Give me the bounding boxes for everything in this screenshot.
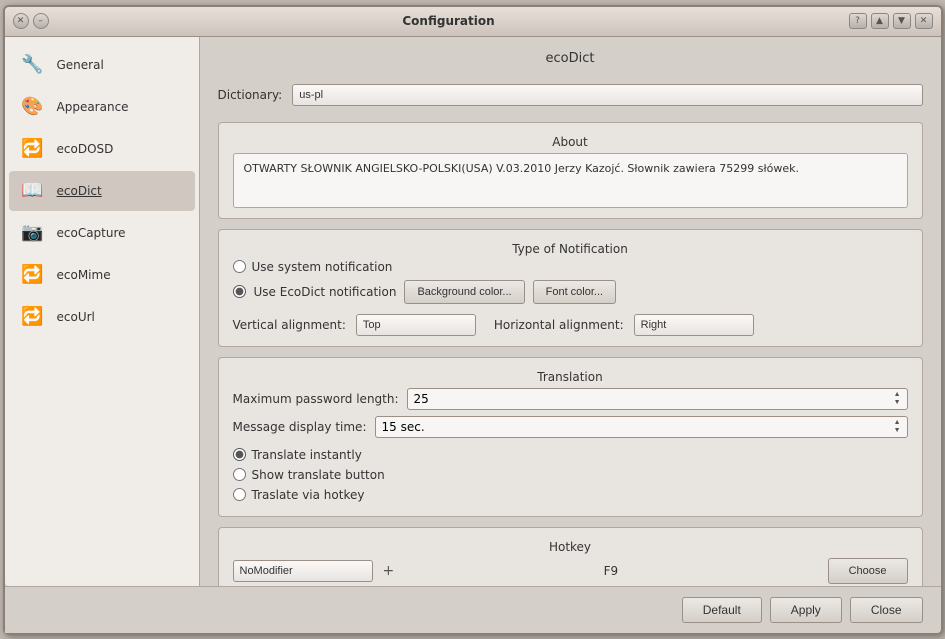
content-area: 🔧 General 🎨 Appearance 🔁 ecoDOSD 📖 ecoDi… [5,37,941,586]
notification-group: Type of Notification Use system notifica… [218,229,923,347]
ecodict-section-title: ecoDict [218,51,923,66]
max-password-row: Maximum password length: 25 ▲ ▼ [233,388,908,410]
help-button[interactable]: ? [849,13,867,29]
notification-options: Use system notification Use EcoDict noti… [233,260,908,336]
sidebar-label-appearance: Appearance [57,100,129,114]
window-close-button[interactable]: ✕ [915,13,933,29]
translation-group: Translation Maximum password length: 25 … [218,357,923,517]
sidebar-label-ecomime: ecoMime [57,268,111,282]
dictionary-row: Dictionary: us-pl [218,84,923,106]
system-notification-radio[interactable] [233,260,246,273]
show-translate-button-row[interactable]: Show translate button [233,468,908,482]
max-password-up[interactable]: ▲ [894,391,901,398]
apply-button[interactable]: Apply [770,597,842,623]
default-button[interactable]: Default [682,597,762,623]
message-display-spin-buttons: ▲ ▼ [894,419,901,434]
show-translate-button-label: Show translate button [252,468,385,482]
ecourl-icon: 🔁 [19,303,47,331]
hotkey-plus: + [383,563,395,579]
translation-header: Translation [233,368,908,388]
vertical-alignment-label: Vertical alignment: [233,318,346,332]
max-password-value: 25 [414,392,894,406]
ecodict-icon: 📖 [19,177,47,205]
message-display-spinbox[interactable]: 15 sec. ▲ ▼ [375,416,908,438]
sidebar-item-ecourl[interactable]: 🔁 ecoUrl [9,297,195,337]
minimize-button[interactable]: – [33,13,49,29]
show-translate-button-radio[interactable] [233,468,246,481]
ecodosd-icon: 🔁 [19,135,47,163]
message-display-value: 15 sec. [382,420,894,434]
sidebar-label-ecourl: ecoUrl [57,310,95,324]
message-display-row: Message display time: 15 sec. ▲ ▼ [233,416,908,438]
sidebar-item-ecodosd[interactable]: 🔁 ecoDOSD [9,129,195,169]
horizontal-alignment-label: Horizontal alignment: [494,318,624,332]
scroll-down-button[interactable]: ▼ [893,13,911,29]
about-header: About [233,133,908,153]
sidebar-label-ecocapture: ecoCapture [57,226,126,240]
sidebar: 🔧 General 🎨 Appearance 🔁 ecoDOSD 📖 ecoDi… [5,37,200,586]
translate-instantly-radio[interactable] [233,448,246,461]
hotkey-header: Hotkey [233,538,908,558]
titlebar-left-buttons: ✕ – [13,13,49,29]
ecodict-notification-radio[interactable] [233,285,246,298]
font-color-button[interactable]: Font color... [533,280,616,304]
message-display-up[interactable]: ▲ [894,419,901,426]
max-password-label: Maximum password length: [233,392,399,406]
translate-instantly-label: Translate instantly [252,448,362,462]
translation-mode-group: Translate instantly Show translate butto… [233,444,908,506]
general-icon: 🔧 [19,51,47,79]
system-notification-row[interactable]: Use system notification [233,260,908,274]
sidebar-item-appearance[interactable]: 🎨 Appearance [9,87,195,127]
max-password-spin-buttons: ▲ ▼ [894,391,901,406]
translate-via-hotkey-label: Traslate via hotkey [252,488,365,502]
about-group: About OTWARTY SŁOWNIK ANGIELSKO-POLSKI(U… [218,122,923,219]
ecocapture-icon: 📷 [19,219,47,247]
message-display-label: Message display time: [233,420,367,434]
sidebar-item-ecocapture[interactable]: 📷 ecoCapture [9,213,195,253]
titlebar: ✕ – Configuration ? ▲ ▼ ✕ [5,7,941,37]
dictionary-select[interactable]: us-pl [292,84,922,106]
hotkey-modifier-select[interactable]: NoModifier Ctrl Alt Shift [233,560,373,582]
sidebar-item-general[interactable]: 🔧 General [9,45,195,85]
hotkey-key-display: F9 [404,564,817,578]
translate-via-hotkey-row[interactable]: Traslate via hotkey [233,488,908,502]
main-window: ✕ – Configuration ? ▲ ▼ ✕ 🔧 General 🎨 Ap… [3,5,943,635]
titlebar-right-buttons: ? ▲ ▼ ✕ [849,13,933,29]
max-password-down[interactable]: ▼ [894,399,901,406]
translate-instantly-row[interactable]: Translate instantly [233,448,908,462]
translate-via-hotkey-radio[interactable] [233,488,246,501]
about-text: OTWARTY SŁOWNIK ANGIELSKO-POLSKI(USA) V.… [233,153,908,208]
hotkey-choose-button[interactable]: Choose [828,558,908,584]
close-button-footer[interactable]: Close [850,597,923,623]
sidebar-label-general: General [57,58,104,72]
horizontal-alignment-select[interactable]: Left Center Right [634,314,754,336]
main-panel: ecoDict Dictionary: us-pl About OTWARTY … [200,37,941,586]
scroll-up-button[interactable]: ▲ [871,13,889,29]
appearance-icon: 🎨 [19,93,47,121]
sidebar-label-ecodosd: ecoDOSD [57,142,114,156]
ecodict-notification-row: Use EcoDict notification Background colo… [233,280,908,304]
sidebar-label-ecodict: ecoDict [57,184,102,198]
hotkey-row: NoModifier Ctrl Alt Shift + F9 Choose [233,558,908,584]
ecomime-icon: 🔁 [19,261,47,289]
background-color-button[interactable]: Background color... [404,280,524,304]
alignment-row: Vertical alignment: Top Middle Bottom Ho… [233,314,908,336]
max-password-spinbox[interactable]: 25 ▲ ▼ [407,388,908,410]
close-button[interactable]: ✕ [13,13,29,29]
footer: Default Apply Close [5,586,941,633]
ecodict-notification-label: Use EcoDict notification [254,285,397,299]
window-title: Configuration [49,14,849,28]
sidebar-item-ecomime[interactable]: 🔁 ecoMime [9,255,195,295]
system-notification-label: Use system notification [252,260,393,274]
dictionary-label: Dictionary: [218,88,283,102]
dictionary-dropdown-wrapper: us-pl [292,84,922,106]
hotkey-group: Hotkey NoModifier Ctrl Alt Shift + F9 Ch… [218,527,923,586]
notification-header: Type of Notification [233,240,908,260]
message-display-down[interactable]: ▼ [894,427,901,434]
sidebar-item-ecodict[interactable]: 📖 ecoDict [9,171,195,211]
vertical-alignment-select[interactable]: Top Middle Bottom [356,314,476,336]
